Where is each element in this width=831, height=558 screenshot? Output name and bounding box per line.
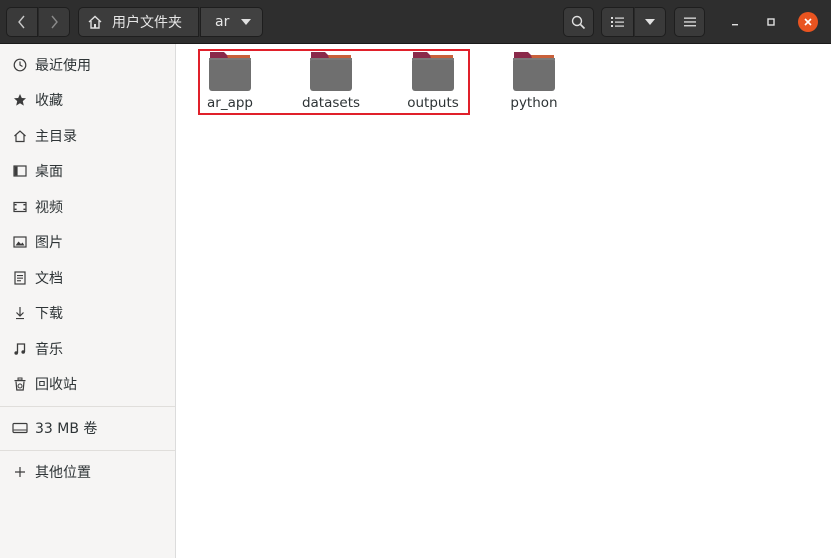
home-icon xyxy=(88,15,102,29)
header-bar: 用户文件夹 ar xyxy=(0,0,831,44)
close-icon xyxy=(804,18,812,26)
sidebar-item-label: 图片 xyxy=(35,235,63,251)
path-home-label: 用户文件夹 xyxy=(112,15,182,31)
sidebar: 最近使用 收藏 主目录 桌面 视频 图片 文档 下载 音乐 回收站 33 MB … xyxy=(0,44,176,558)
sidebar-divider xyxy=(0,450,175,451)
chevron-right-icon xyxy=(51,15,58,29)
sidebar-item-label: 音乐 xyxy=(35,342,63,358)
folder-label: outputs xyxy=(407,95,459,111)
sidebar-item-label: 其他位置 xyxy=(35,465,91,481)
sidebar-item-label: 收藏 xyxy=(35,93,63,109)
sidebar-item-videos[interactable]: 视频 xyxy=(0,190,175,224)
path-current-button[interactable]: ar xyxy=(200,7,263,37)
sidebar-item-volume[interactable]: 33 MB 卷 xyxy=(0,411,175,445)
hamburger-menu-button[interactable] xyxy=(674,7,705,37)
hamburger-icon xyxy=(683,17,696,27)
sidebar-item-downloads[interactable]: 下载 xyxy=(0,296,175,330)
sidebar-item-label: 视频 xyxy=(35,200,63,216)
sidebar-item-label: 文档 xyxy=(35,271,63,287)
sidebar-item-recent[interactable]: 最近使用 xyxy=(0,48,175,82)
music-icon xyxy=(12,341,28,357)
file-manager-window: 用户文件夹 ar 最近使用 收藏 主目录 桌面 视频 图片 文档 下载 音乐 回… xyxy=(0,0,831,558)
sidebar-item-label: 回收站 xyxy=(35,377,77,393)
sidebar-item-starred[interactable]: 收藏 xyxy=(0,83,175,117)
sidebar-item-label: 主目录 xyxy=(35,129,77,145)
drive-icon xyxy=(12,420,28,436)
view-options-button[interactable] xyxy=(634,7,666,37)
folder-icon xyxy=(310,52,352,91)
download-icon xyxy=(12,305,28,321)
folder-label: datasets xyxy=(301,95,361,111)
clock-icon xyxy=(12,57,28,73)
file-view: ar_app datasets outputs python xyxy=(176,44,831,558)
forward-button[interactable] xyxy=(38,7,70,37)
sidebar-item-other-locations[interactable]: 其他位置 xyxy=(0,455,175,489)
home-icon xyxy=(12,128,28,144)
image-icon xyxy=(12,234,28,250)
folder-icon xyxy=(412,52,454,91)
folder-label: ar_app xyxy=(207,95,253,111)
desktop-icon xyxy=(12,163,28,179)
close-button[interactable] xyxy=(798,12,818,32)
caret-down-icon xyxy=(645,19,655,25)
sidebar-item-desktop[interactable]: 桌面 xyxy=(0,154,175,188)
maximize-icon xyxy=(767,18,775,26)
path-current-label: ar xyxy=(215,14,230,30)
folder-item[interactable]: outputs xyxy=(387,50,479,118)
sidebar-item-trash[interactable]: 回收站 xyxy=(0,367,175,401)
back-button[interactable] xyxy=(6,7,38,37)
search-icon xyxy=(571,15,586,29)
trash-icon xyxy=(12,376,28,392)
sidebar-item-label: 最近使用 xyxy=(35,58,91,74)
maximize-button[interactable] xyxy=(761,12,781,32)
list-view-button[interactable] xyxy=(601,7,634,37)
folder-item[interactable]: datasets xyxy=(285,50,377,118)
path-home-button[interactable]: 用户文件夹 xyxy=(78,7,199,37)
sidebar-item-pictures[interactable]: 图片 xyxy=(0,225,175,259)
star-icon xyxy=(12,92,28,108)
sidebar-item-label: 下载 xyxy=(35,306,63,322)
video-icon xyxy=(12,199,28,215)
chevron-left-icon xyxy=(18,15,25,29)
sidebar-item-label: 桌面 xyxy=(35,164,63,180)
folder-label: python xyxy=(510,95,558,111)
document-icon xyxy=(12,270,28,286)
folder-item[interactable]: python xyxy=(488,50,580,118)
caret-down-icon xyxy=(241,19,252,25)
search-button[interactable] xyxy=(563,7,594,37)
list-view-icon xyxy=(610,17,624,27)
folder-icon xyxy=(209,52,251,91)
sidebar-item-documents[interactable]: 文档 xyxy=(0,261,175,295)
folder-item[interactable]: ar_app xyxy=(184,50,276,118)
plus-icon xyxy=(12,464,28,480)
folder-icon xyxy=(513,52,555,91)
minimize-button[interactable] xyxy=(725,12,745,32)
sidebar-item-music[interactable]: 音乐 xyxy=(0,332,175,366)
sidebar-item-label: 33 MB 卷 xyxy=(35,421,98,437)
sidebar-item-home[interactable]: 主目录 xyxy=(0,119,175,153)
sidebar-divider xyxy=(0,406,175,407)
minimize-icon xyxy=(732,24,738,26)
